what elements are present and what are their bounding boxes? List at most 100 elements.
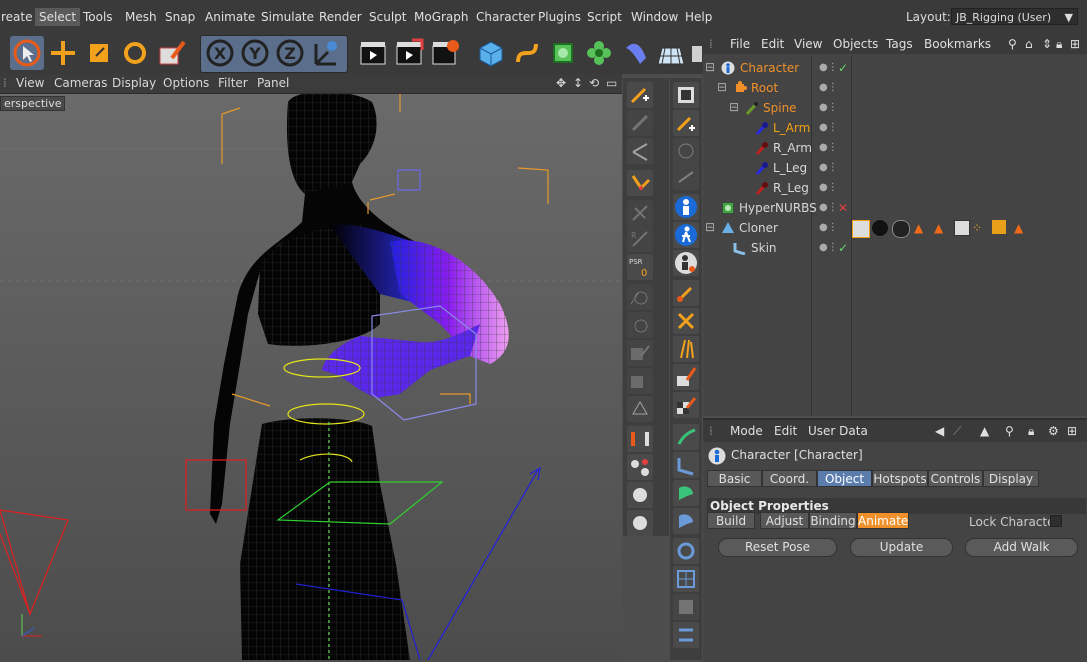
bend-tool-button[interactable] — [673, 452, 699, 478]
menu-mesh[interactable]: Mesh — [121, 8, 161, 26]
visibility-dots[interactable]: ●⋮ — [819, 118, 838, 138]
render-picture-viewer-button[interactable] — [392, 36, 426, 70]
am-menu-mode[interactable]: Mode — [730, 424, 763, 438]
tab-coord[interactable]: Coord. — [762, 470, 817, 487]
grid-tag-icon[interactable] — [992, 220, 1006, 234]
collapse-icon[interactable]: ⊟ — [729, 97, 743, 114]
x-axis-button[interactable]: X — [203, 36, 237, 70]
tab-controls[interactable]: Controls — [928, 470, 983, 487]
ik-spline-button[interactable] — [627, 426, 653, 452]
bomb-tag-icon[interactable] — [872, 220, 888, 236]
om-menu-objects[interactable]: Objects — [833, 37, 878, 51]
viewport-menu-display[interactable]: Display — [112, 76, 156, 90]
object-row-spine[interactable]: ⊟ Spine ●⋮ — [703, 98, 1081, 118]
nurbs-button[interactable] — [546, 36, 580, 70]
viewport-menu-filter[interactable]: Filter — [218, 76, 248, 90]
hair-tool-button[interactable] — [673, 336, 699, 362]
viewport-menu-panel[interactable]: Panel — [257, 76, 289, 90]
checker-tool-button[interactable] — [673, 392, 699, 418]
visibility-dots[interactable]: ●⋮ — [819, 158, 838, 178]
collapse-icon[interactable]: ⊟ — [717, 77, 731, 94]
menu-create[interactable]: reate — [0, 8, 37, 26]
collapse-icon[interactable]: ⊟ — [705, 217, 719, 234]
object-row-root[interactable]: ⊟ Root ●⋮ — [703, 78, 1081, 98]
target-tag-icon[interactable] — [892, 220, 910, 238]
menu-animate[interactable]: Animate — [201, 8, 259, 26]
visibility-dots[interactable]: ●⋮ — [819, 218, 838, 238]
dots-tag-icon[interactable]: ⁘ — [972, 218, 982, 238]
disabled-cross-icon[interactable]: ✕ — [838, 198, 848, 218]
vamp-button[interactable] — [673, 138, 699, 164]
object-row-skin[interactable]: Skin ●⋮ ✓ — [703, 238, 1081, 258]
history-icon[interactable]: ⟋ — [953, 424, 961, 439]
triangle-tag-icon[interactable]: ▲ — [934, 218, 943, 238]
viewport-menu-cameras[interactable]: Cameras — [54, 76, 107, 90]
search-icon[interactable]: ⚲ — [1008, 37, 1017, 51]
add-walk-button[interactable]: Add Walk — [965, 538, 1078, 557]
triangle-tag-icon[interactable]: ▲ — [1014, 218, 1023, 238]
back-arrow-icon[interactable]: ◀ — [935, 424, 944, 438]
deformer-button[interactable] — [618, 36, 652, 70]
menu-render[interactable]: Render — [315, 8, 366, 26]
bind-button[interactable]: R — [627, 226, 653, 252]
paint-weights-button[interactable] — [627, 340, 653, 366]
menu-help[interactable]: Help — [681, 8, 716, 26]
pose-morph-button[interactable] — [627, 312, 653, 338]
joint-add-button[interactable] — [673, 110, 699, 136]
paint-tool-button[interactable] — [673, 364, 699, 390]
menu-snap[interactable]: Snap — [161, 8, 199, 26]
sliders-tool-button[interactable] — [673, 622, 699, 648]
viewport-camera-label[interactable]: erspective — [0, 96, 66, 111]
move-button[interactable] — [46, 36, 80, 70]
collapse-icon[interactable]: ⊟ — [705, 57, 719, 74]
update-button[interactable]: Update — [850, 538, 953, 557]
subtab-adjust[interactable]: Adjust — [760, 512, 809, 529]
om-menu-view[interactable]: View — [794, 37, 822, 51]
camera-button[interactable] — [688, 36, 702, 70]
mograph-button[interactable] — [582, 36, 616, 70]
scale-button[interactable] — [82, 36, 116, 70]
mirror-button[interactable] — [627, 138, 653, 164]
cluster-button[interactable] — [627, 482, 653, 508]
up-arrow-icon[interactable]: ▲ — [980, 424, 989, 438]
viewport-scene[interactable] — [0, 94, 622, 660]
spline-pen-button[interactable] — [510, 36, 544, 70]
floor-button[interactable] — [654, 36, 688, 70]
muscle-green-button[interactable] — [673, 480, 699, 506]
viewport-move-icon[interactable]: ✥ — [556, 76, 566, 90]
brush-tool-button[interactable] — [673, 280, 699, 306]
render-settings-button[interactable] — [428, 36, 462, 70]
subtab-build[interactable]: Build — [707, 512, 755, 529]
object-row-hypernurbs[interactable]: HyperNURBS ●⋮ ✕ — [703, 198, 1081, 218]
y-axis-button[interactable]: Y — [238, 36, 272, 70]
am-menu-user-data[interactable]: User Data — [808, 424, 868, 438]
checker-tag-icon[interactable] — [954, 220, 970, 236]
triangle-tag-icon[interactable]: ▲ — [914, 218, 923, 238]
gear-tool-button[interactable] — [673, 538, 699, 564]
menu-window[interactable]: Window — [627, 8, 682, 26]
z-axis-button[interactable]: Z — [273, 36, 307, 70]
joint-align-button[interactable] — [627, 110, 653, 136]
object-row-r-leg[interactable]: R_Leg ●⋮ — [703, 178, 1081, 198]
3d-viewport[interactable]: erspective — [0, 94, 622, 660]
menu-sculpt[interactable]: Sculpt — [365, 8, 410, 26]
checker-tag-icon[interactable] — [852, 220, 870, 238]
nav-arrows-icon[interactable]: ⇕ — [1042, 37, 1052, 51]
menu-mograph[interactable]: MoGraph — [410, 8, 473, 26]
om-menu-bookmarks[interactable]: Bookmarks — [924, 37, 991, 51]
constraint-button[interactable] — [627, 454, 653, 480]
weight-tool-button[interactable] — [627, 200, 653, 226]
enabled-check-icon[interactable]: ✓ — [838, 58, 848, 78]
om-menu-tags[interactable]: Tags — [886, 37, 913, 51]
joint-tool-button[interactable] — [627, 82, 653, 108]
reset-pose-button[interactable]: Reset Pose — [718, 538, 837, 557]
lock-icon[interactable]: 🔒︎ — [1028, 424, 1034, 439]
am-menu-edit[interactable]: Edit — [774, 424, 797, 438]
visibility-dots[interactable]: ●⋮ — [819, 98, 838, 118]
viewport-zoom-icon[interactable]: ↕ — [573, 76, 583, 90]
cmotion-button[interactable] — [627, 396, 653, 422]
lock-icon[interactable]: 🔒︎ — [1056, 37, 1062, 52]
om-menu-file[interactable]: File — [730, 37, 750, 51]
enabled-check-icon[interactable]: ✓ — [838, 238, 848, 258]
recent-tool-button[interactable] — [154, 36, 188, 70]
